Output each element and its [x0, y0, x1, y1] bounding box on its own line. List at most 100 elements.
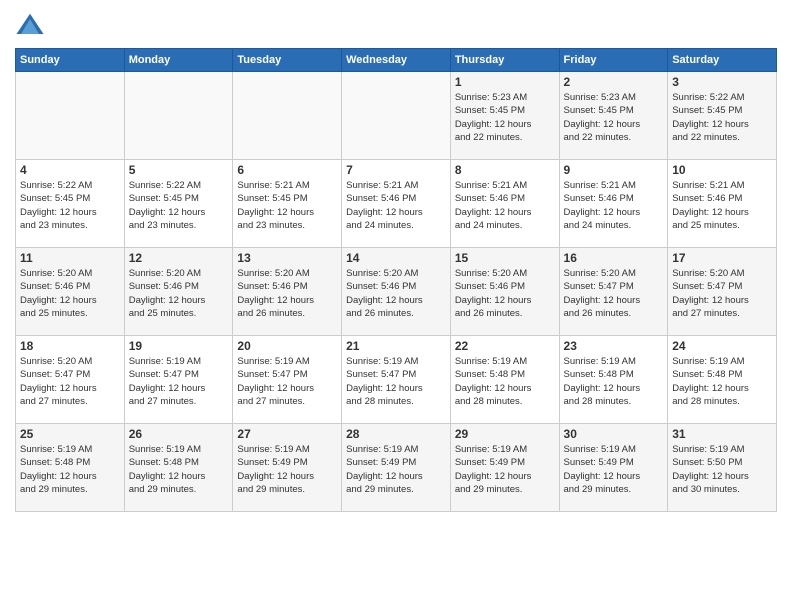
day-number: 13 — [237, 251, 337, 265]
calendar-week: 25 Sunrise: 5:19 AM Sunset: 5:48 PM Dayli… — [16, 424, 777, 512]
calendar-week: 4 Sunrise: 5:22 AM Sunset: 5:45 PM Daylig… — [16, 160, 777, 248]
calendar-week: 18 Sunrise: 5:20 AM Sunset: 5:47 PM Dayli… — [16, 336, 777, 424]
calendar-cell: 3 Sunrise: 5:22 AM Sunset: 5:45 PM Daylig… — [668, 72, 777, 160]
calendar-cell: 19Sunrise: 5:19 AM Sunset: 5:47 PM Dayli… — [124, 336, 233, 424]
day-number: 29 — [455, 427, 555, 441]
day-info: Sunrise: 5:19 AM Sunset: 5:48 PM Dayligh… — [564, 355, 664, 408]
day-number: 5 — [129, 163, 229, 177]
day-info: Sunrise: 5:23 AM Sunset: 5:45 PM Dayligh… — [564, 91, 664, 144]
page: SundayMondayTuesdayWednesdayThursdayFrid… — [0, 0, 792, 612]
day-number: 25 — [20, 427, 120, 441]
day-number: 4 — [20, 163, 120, 177]
day-number: 26 — [129, 427, 229, 441]
calendar-cell: 25 Sunrise: 5:19 AM Sunset: 5:48 PM Dayli… — [16, 424, 125, 512]
day-info: Sunrise: 5:19 AM Sunset: 5:49 PM Dayligh… — [346, 443, 446, 496]
calendar-week: 1 Sunrise: 5:23 AM Sunset: 5:45 PM Daylig… — [16, 72, 777, 160]
calendar-cell: 1 Sunrise: 5:23 AM Sunset: 5:45 PM Daylig… — [450, 72, 559, 160]
calendar-cell: 15Sunrise: 5:20 AM Sunset: 5:46 PM Dayli… — [450, 248, 559, 336]
calendar-cell — [342, 72, 451, 160]
calendar-cell: 8Sunrise: 5:21 AM Sunset: 5:46 PM Daylig… — [450, 160, 559, 248]
day-info: Sunrise: 5:20 AM Sunset: 5:46 PM Dayligh… — [237, 267, 337, 320]
calendar-cell: 30 Sunrise: 5:19 AM Sunset: 5:49 PM Dayli… — [559, 424, 668, 512]
day-number: 20 — [237, 339, 337, 353]
day-number: 6 — [237, 163, 337, 177]
day-number: 16 — [564, 251, 664, 265]
calendar-body: 1 Sunrise: 5:23 AM Sunset: 5:45 PM Daylig… — [16, 72, 777, 512]
calendar-cell: 16Sunrise: 5:20 AM Sunset: 5:47 PM Dayli… — [559, 248, 668, 336]
day-number: 19 — [129, 339, 229, 353]
day-number: 3 — [672, 75, 772, 89]
logo-icon — [15, 10, 45, 40]
day-number: 7 — [346, 163, 446, 177]
day-number: 27 — [237, 427, 337, 441]
day-number: 9 — [564, 163, 664, 177]
calendar-table: SundayMondayTuesdayWednesdayThursdayFrid… — [15, 48, 777, 512]
day-info: Sunrise: 5:22 AM Sunset: 5:45 PM Dayligh… — [672, 91, 772, 144]
calendar-cell: 12Sunrise: 5:20 AM Sunset: 5:46 PM Dayli… — [124, 248, 233, 336]
calendar-cell: 18 Sunrise: 5:20 AM Sunset: 5:47 PM Dayli… — [16, 336, 125, 424]
header-day: Thursday — [450, 49, 559, 72]
day-info: Sunrise: 5:23 AM Sunset: 5:45 PM Dayligh… — [455, 91, 555, 144]
day-number: 18 — [20, 339, 120, 353]
calendar-cell: 17 Sunrise: 5:20 AM Sunset: 5:47 PM Dayli… — [668, 248, 777, 336]
calendar-cell: 7 Sunrise: 5:21 AM Sunset: 5:46 PM Daylig… — [342, 160, 451, 248]
header — [15, 10, 777, 40]
header-day: Saturday — [668, 49, 777, 72]
day-info: Sunrise: 5:20 AM Sunset: 5:47 PM Dayligh… — [20, 355, 120, 408]
day-info: Sunrise: 5:19 AM Sunset: 5:47 PM Dayligh… — [346, 355, 446, 408]
day-info: Sunrise: 5:22 AM Sunset: 5:45 PM Dayligh… — [20, 179, 120, 232]
header-day: Friday — [559, 49, 668, 72]
day-info: Sunrise: 5:19 AM Sunset: 5:49 PM Dayligh… — [455, 443, 555, 496]
calendar-week: 11 Sunrise: 5:20 AM Sunset: 5:46 PM Dayli… — [16, 248, 777, 336]
calendar-cell — [233, 72, 342, 160]
header-row: SundayMondayTuesdayWednesdayThursdayFrid… — [16, 49, 777, 72]
day-number: 1 — [455, 75, 555, 89]
day-info: Sunrise: 5:19 AM Sunset: 5:49 PM Dayligh… — [237, 443, 337, 496]
day-info: Sunrise: 5:20 AM Sunset: 5:47 PM Dayligh… — [672, 267, 772, 320]
day-info: Sunrise: 5:19 AM Sunset: 5:48 PM Dayligh… — [129, 443, 229, 496]
calendar-cell: 6 Sunrise: 5:21 AM Sunset: 5:45 PM Daylig… — [233, 160, 342, 248]
day-info: Sunrise: 5:20 AM Sunset: 5:46 PM Dayligh… — [20, 267, 120, 320]
day-info: Sunrise: 5:21 AM Sunset: 5:46 PM Dayligh… — [672, 179, 772, 232]
day-number: 30 — [564, 427, 664, 441]
day-number: 10 — [672, 163, 772, 177]
day-number: 24 — [672, 339, 772, 353]
calendar-cell — [124, 72, 233, 160]
day-info: Sunrise: 5:19 AM Sunset: 5:48 PM Dayligh… — [20, 443, 120, 496]
day-info: Sunrise: 5:22 AM Sunset: 5:45 PM Dayligh… — [129, 179, 229, 232]
day-number: 12 — [129, 251, 229, 265]
calendar-cell: 10 Sunrise: 5:21 AM Sunset: 5:46 PM Dayli… — [668, 160, 777, 248]
calendar-cell: 4 Sunrise: 5:22 AM Sunset: 5:45 PM Daylig… — [16, 160, 125, 248]
day-info: Sunrise: 5:21 AM Sunset: 5:46 PM Dayligh… — [564, 179, 664, 232]
day-number: 21 — [346, 339, 446, 353]
calendar-cell — [16, 72, 125, 160]
day-info: Sunrise: 5:21 AM Sunset: 5:45 PM Dayligh… — [237, 179, 337, 232]
day-number: 8 — [455, 163, 555, 177]
day-info: Sunrise: 5:19 AM Sunset: 5:47 PM Dayligh… — [237, 355, 337, 408]
calendar-cell: 24 Sunrise: 5:19 AM Sunset: 5:48 PM Dayli… — [668, 336, 777, 424]
calendar-cell: 28 Sunrise: 5:19 AM Sunset: 5:49 PM Dayli… — [342, 424, 451, 512]
calendar-cell: 23 Sunrise: 5:19 AM Sunset: 5:48 PM Dayli… — [559, 336, 668, 424]
day-number: 28 — [346, 427, 446, 441]
day-number: 17 — [672, 251, 772, 265]
day-number: 11 — [20, 251, 120, 265]
header-day: Wednesday — [342, 49, 451, 72]
header-day: Monday — [124, 49, 233, 72]
day-info: Sunrise: 5:19 AM Sunset: 5:48 PM Dayligh… — [672, 355, 772, 408]
header-day: Sunday — [16, 49, 125, 72]
day-info: Sunrise: 5:20 AM Sunset: 5:46 PM Dayligh… — [455, 267, 555, 320]
day-info: Sunrise: 5:21 AM Sunset: 5:46 PM Dayligh… — [346, 179, 446, 232]
day-number: 2 — [564, 75, 664, 89]
calendar-cell: 20 Sunrise: 5:19 AM Sunset: 5:47 PM Dayli… — [233, 336, 342, 424]
calendar-cell: 29 Sunrise: 5:19 AM Sunset: 5:49 PM Dayli… — [450, 424, 559, 512]
calendar-header: SundayMondayTuesdayWednesdayThursdayFrid… — [16, 49, 777, 72]
day-info: Sunrise: 5:20 AM Sunset: 5:46 PM Dayligh… — [346, 267, 446, 320]
logo — [15, 10, 49, 40]
calendar-cell: 5 Sunrise: 5:22 AM Sunset: 5:45 PM Daylig… — [124, 160, 233, 248]
day-number: 23 — [564, 339, 664, 353]
day-info: Sunrise: 5:19 AM Sunset: 5:50 PM Dayligh… — [672, 443, 772, 496]
calendar-cell: 22Sunrise: 5:19 AM Sunset: 5:48 PM Dayli… — [450, 336, 559, 424]
calendar-cell: 13 Sunrise: 5:20 AM Sunset: 5:46 PM Dayli… — [233, 248, 342, 336]
day-info: Sunrise: 5:19 AM Sunset: 5:49 PM Dayligh… — [564, 443, 664, 496]
calendar-cell: 21 Sunrise: 5:19 AM Sunset: 5:47 PM Dayli… — [342, 336, 451, 424]
